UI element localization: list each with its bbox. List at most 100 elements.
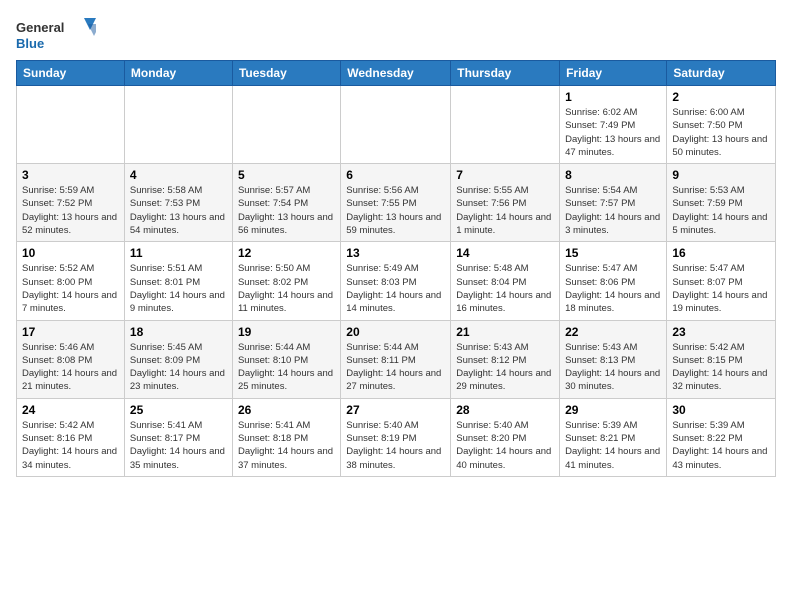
header-sunday: Sunday <box>17 61 125 86</box>
day-detail: Sunrise: 5:55 AM Sunset: 7:56 PM Dayligh… <box>456 184 554 237</box>
day-detail: Sunrise: 5:56 AM Sunset: 7:55 PM Dayligh… <box>346 184 445 237</box>
day-number: 30 <box>672 403 770 417</box>
day-cell: 15 Sunrise: 5:47 AM Sunset: 8:06 PM Dayli… <box>560 242 667 320</box>
day-cell <box>451 86 560 164</box>
calendar-table: SundayMondayTuesdayWednesdayThursdayFrid… <box>16 60 776 477</box>
day-cell: 29 Sunrise: 5:39 AM Sunset: 8:21 PM Dayli… <box>560 398 667 476</box>
day-number: 1 <box>565 90 661 104</box>
day-cell: 21 Sunrise: 5:43 AM Sunset: 8:12 PM Dayli… <box>451 320 560 398</box>
day-cell: 22 Sunrise: 5:43 AM Sunset: 8:13 PM Dayli… <box>560 320 667 398</box>
day-detail: Sunrise: 5:39 AM Sunset: 8:21 PM Dayligh… <box>565 419 661 472</box>
day-detail: Sunrise: 5:53 AM Sunset: 7:59 PM Dayligh… <box>672 184 770 237</box>
day-cell: 11Sunrise: 5:51 AM Sunset: 8:01 PM Dayli… <box>124 242 232 320</box>
day-number: 26 <box>238 403 335 417</box>
day-number: 22 <box>565 325 661 339</box>
header-thursday: Thursday <box>451 61 560 86</box>
day-cell <box>341 86 451 164</box>
day-cell: 19Sunrise: 5:44 AM Sunset: 8:10 PM Dayli… <box>232 320 340 398</box>
day-cell: 14Sunrise: 5:48 AM Sunset: 8:04 PM Dayli… <box>451 242 560 320</box>
week-row-4: 24 Sunrise: 5:42 AM Sunset: 8:16 PM Dayli… <box>17 398 776 476</box>
day-detail: Sunrise: 5:59 AM Sunset: 7:52 PM Dayligh… <box>22 184 119 237</box>
day-cell: 28 Sunrise: 5:40 AM Sunset: 8:20 PM Dayli… <box>451 398 560 476</box>
day-detail: Sunrise: 5:52 AM Sunset: 8:00 PM Dayligh… <box>22 262 119 315</box>
day-number: 19 <box>238 325 335 339</box>
week-row-0: 1 Sunrise: 6:02 AM Sunset: 7:49 PM Daylig… <box>17 86 776 164</box>
day-cell: 2Sunrise: 6:00 AM Sunset: 7:50 PM Daylig… <box>667 86 776 164</box>
day-detail: Sunrise: 5:42 AM Sunset: 8:16 PM Dayligh… <box>22 419 119 472</box>
header-tuesday: Tuesday <box>232 61 340 86</box>
day-cell <box>124 86 232 164</box>
day-number: 13 <box>346 246 445 260</box>
day-cell: 13 Sunrise: 5:49 AM Sunset: 8:03 PM Dayli… <box>341 242 451 320</box>
day-detail: Sunrise: 5:54 AM Sunset: 7:57 PM Dayligh… <box>565 184 661 237</box>
day-number: 23 <box>672 325 770 339</box>
day-cell: 6 Sunrise: 5:56 AM Sunset: 7:55 PM Daylig… <box>341 164 451 242</box>
day-detail: Sunrise: 5:51 AM Sunset: 8:01 PM Dayligh… <box>130 262 227 315</box>
day-number: 10 <box>22 246 119 260</box>
day-cell: 16 Sunrise: 5:47 AM Sunset: 8:07 PM Dayli… <box>667 242 776 320</box>
day-number: 28 <box>456 403 554 417</box>
day-cell: 18Sunrise: 5:45 AM Sunset: 8:09 PM Dayli… <box>124 320 232 398</box>
day-detail: Sunrise: 5:42 AM Sunset: 8:15 PM Dayligh… <box>672 341 770 394</box>
day-cell: 4 Sunrise: 5:58 AM Sunset: 7:53 PM Daylig… <box>124 164 232 242</box>
day-number: 5 <box>238 168 335 182</box>
day-detail: Sunrise: 5:50 AM Sunset: 8:02 PM Dayligh… <box>238 262 335 315</box>
day-number: 17 <box>22 325 119 339</box>
day-cell: 10 Sunrise: 5:52 AM Sunset: 8:00 PM Dayli… <box>17 242 125 320</box>
day-detail: Sunrise: 5:49 AM Sunset: 8:03 PM Dayligh… <box>346 262 445 315</box>
day-cell: 30 Sunrise: 5:39 AM Sunset: 8:22 PM Dayli… <box>667 398 776 476</box>
day-number: 7 <box>456 168 554 182</box>
week-row-2: 10 Sunrise: 5:52 AM Sunset: 8:00 PM Dayli… <box>17 242 776 320</box>
day-cell: 26 Sunrise: 5:41 AM Sunset: 8:18 PM Dayli… <box>232 398 340 476</box>
day-detail: Sunrise: 5:44 AM Sunset: 8:11 PM Dayligh… <box>346 341 445 394</box>
day-number: 4 <box>130 168 227 182</box>
day-detail: Sunrise: 5:41 AM Sunset: 8:18 PM Dayligh… <box>238 419 335 472</box>
day-detail: Sunrise: 5:39 AM Sunset: 8:22 PM Dayligh… <box>672 419 770 472</box>
day-cell: 8Sunrise: 5:54 AM Sunset: 7:57 PM Daylig… <box>560 164 667 242</box>
day-cell: 12 Sunrise: 5:50 AM Sunset: 8:02 PM Dayli… <box>232 242 340 320</box>
day-number: 24 <box>22 403 119 417</box>
svg-text:Blue: Blue <box>16 36 44 51</box>
header-monday: Monday <box>124 61 232 86</box>
header-friday: Friday <box>560 61 667 86</box>
svg-text:General: General <box>16 20 64 35</box>
day-number: 21 <box>456 325 554 339</box>
day-number: 15 <box>565 246 661 260</box>
day-detail: Sunrise: 5:58 AM Sunset: 7:53 PM Dayligh… <box>130 184 227 237</box>
day-number: 16 <box>672 246 770 260</box>
day-number: 3 <box>22 168 119 182</box>
day-detail: Sunrise: 5:43 AM Sunset: 8:12 PM Dayligh… <box>456 341 554 394</box>
header-saturday: Saturday <box>667 61 776 86</box>
day-detail: Sunrise: 5:46 AM Sunset: 8:08 PM Dayligh… <box>22 341 119 394</box>
day-cell: 27 Sunrise: 5:40 AM Sunset: 8:19 PM Dayli… <box>341 398 451 476</box>
day-number: 6 <box>346 168 445 182</box>
day-cell <box>17 86 125 164</box>
calendar-header-row: SundayMondayTuesdayWednesdayThursdayFrid… <box>17 61 776 86</box>
week-row-3: 17 Sunrise: 5:46 AM Sunset: 8:08 PM Dayli… <box>17 320 776 398</box>
day-cell <box>232 86 340 164</box>
day-cell: 3 Sunrise: 5:59 AM Sunset: 7:52 PM Daylig… <box>17 164 125 242</box>
day-cell: 5 Sunrise: 5:57 AM Sunset: 7:54 PM Daylig… <box>232 164 340 242</box>
logo-svg: General Blue <box>16 16 96 56</box>
day-number: 14 <box>456 246 554 260</box>
day-detail: Sunrise: 5:47 AM Sunset: 8:07 PM Dayligh… <box>672 262 770 315</box>
day-detail: Sunrise: 5:45 AM Sunset: 8:09 PM Dayligh… <box>130 341 227 394</box>
day-number: 25 <box>130 403 227 417</box>
day-cell: 7 Sunrise: 5:55 AM Sunset: 7:56 PM Daylig… <box>451 164 560 242</box>
day-detail: Sunrise: 5:57 AM Sunset: 7:54 PM Dayligh… <box>238 184 335 237</box>
header: General Blue <box>16 16 776 56</box>
day-detail: Sunrise: 5:40 AM Sunset: 8:20 PM Dayligh… <box>456 419 554 472</box>
day-cell: 24 Sunrise: 5:42 AM Sunset: 8:16 PM Dayli… <box>17 398 125 476</box>
day-number: 20 <box>346 325 445 339</box>
day-detail: Sunrise: 5:40 AM Sunset: 8:19 PM Dayligh… <box>346 419 445 472</box>
week-row-1: 3 Sunrise: 5:59 AM Sunset: 7:52 PM Daylig… <box>17 164 776 242</box>
day-detail: Sunrise: 5:43 AM Sunset: 8:13 PM Dayligh… <box>565 341 661 394</box>
day-cell: 17 Sunrise: 5:46 AM Sunset: 8:08 PM Dayli… <box>17 320 125 398</box>
logo: General Blue <box>16 16 96 56</box>
day-number: 2 <box>672 90 770 104</box>
day-number: 27 <box>346 403 445 417</box>
day-number: 12 <box>238 246 335 260</box>
day-detail: Sunrise: 6:02 AM Sunset: 7:49 PM Dayligh… <box>565 106 661 159</box>
day-number: 29 <box>565 403 661 417</box>
day-detail: Sunrise: 5:47 AM Sunset: 8:06 PM Dayligh… <box>565 262 661 315</box>
